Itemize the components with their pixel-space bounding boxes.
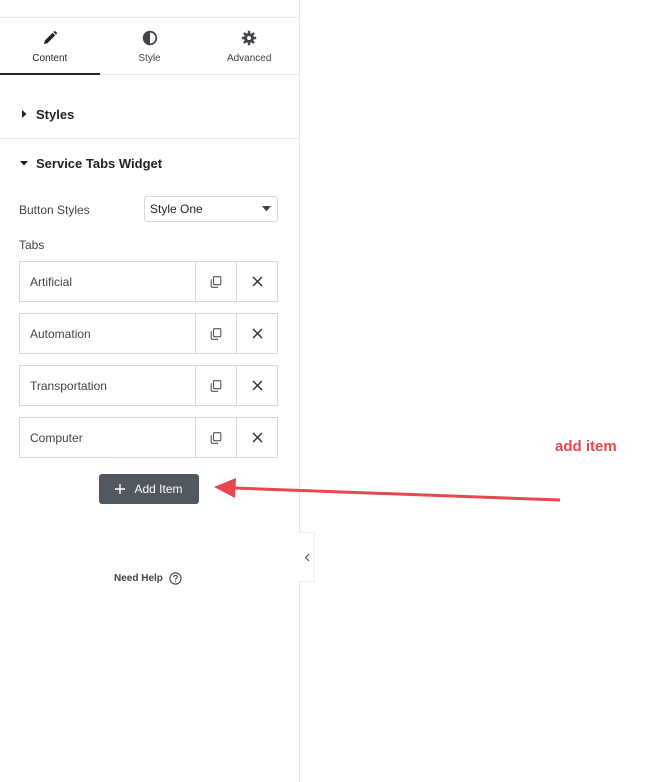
annotation-label: add item [555, 438, 617, 455]
annotation-arrow [214, 478, 561, 502]
